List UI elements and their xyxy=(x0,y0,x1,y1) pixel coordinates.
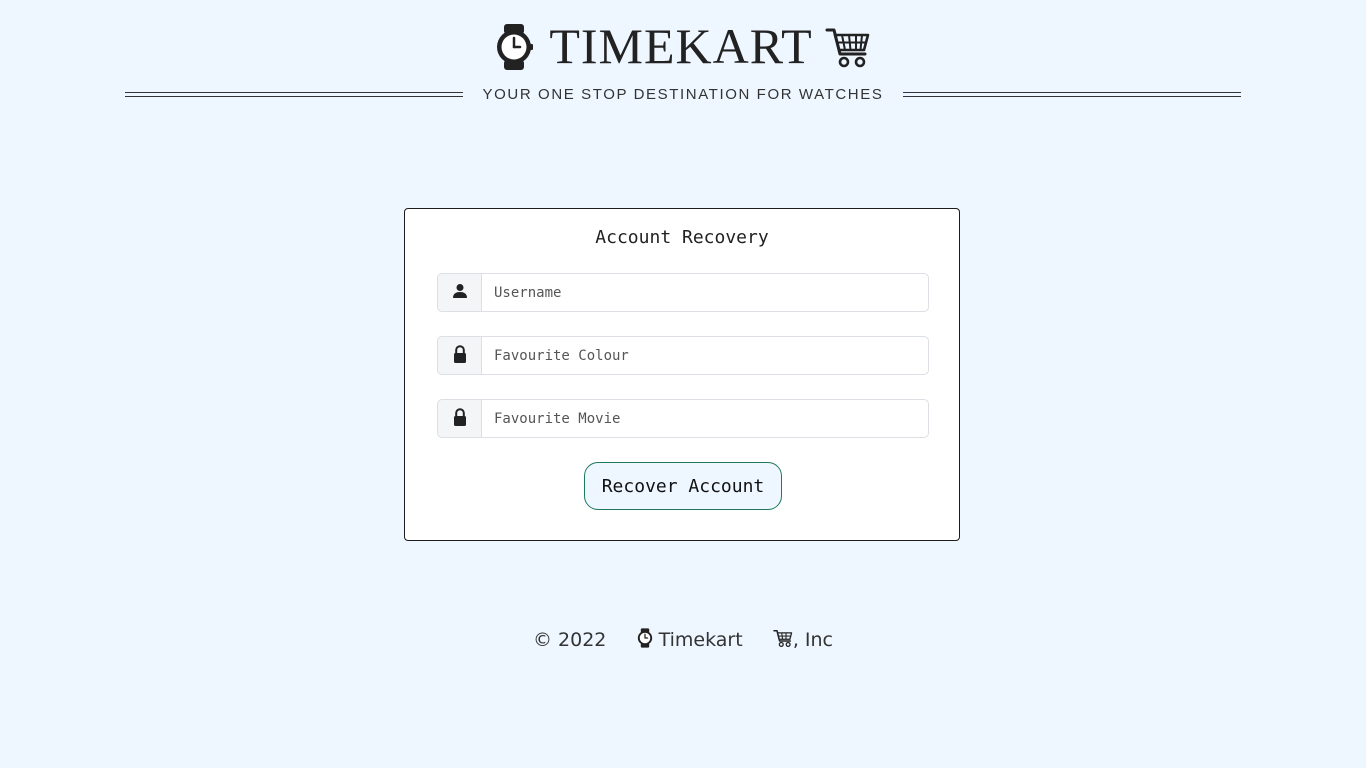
lock-icon xyxy=(453,344,467,367)
brand-header: TIMEKART xyxy=(0,18,1366,80)
brand-title: TIMEKART xyxy=(549,18,813,74)
favourite-colour-addon xyxy=(437,336,481,375)
username-input[interactable] xyxy=(481,273,929,312)
footer: © 2022 Timekart , Inc xyxy=(0,626,1366,654)
watch-icon xyxy=(495,24,534,74)
right-divider xyxy=(903,91,1241,97)
footer-copyright: © 2022 xyxy=(533,629,607,651)
username-field-group xyxy=(437,273,929,312)
left-divider xyxy=(125,91,463,97)
footer-cart-icon xyxy=(749,607,793,674)
account-recovery-card: Account Recovery Username Favourite Colo… xyxy=(404,208,960,541)
username-addon xyxy=(437,273,481,312)
favourite-colour-input[interactable] xyxy=(481,336,929,375)
lock-icon xyxy=(453,407,467,430)
cart-icon xyxy=(825,26,871,72)
recover-account-button[interactable]: Recover Account xyxy=(584,462,782,510)
favourite-colour-field-group xyxy=(437,336,929,375)
user-icon xyxy=(452,283,468,303)
favourite-movie-field-group xyxy=(437,399,929,438)
tagline-row: YOUR ONE STOP DESTINATION FOR WATCHES xyxy=(125,84,1241,104)
favourite-movie-input[interactable] xyxy=(481,399,929,438)
card-title: Account Recovery xyxy=(595,227,769,248)
tagline: YOUR ONE STOP DESTINATION FOR WATCHES xyxy=(482,85,884,103)
footer-company: Timekart xyxy=(658,629,743,651)
footer-watch-icon xyxy=(612,606,652,675)
footer-suffix: , Inc xyxy=(792,629,833,651)
favourite-movie-addon xyxy=(437,399,481,438)
